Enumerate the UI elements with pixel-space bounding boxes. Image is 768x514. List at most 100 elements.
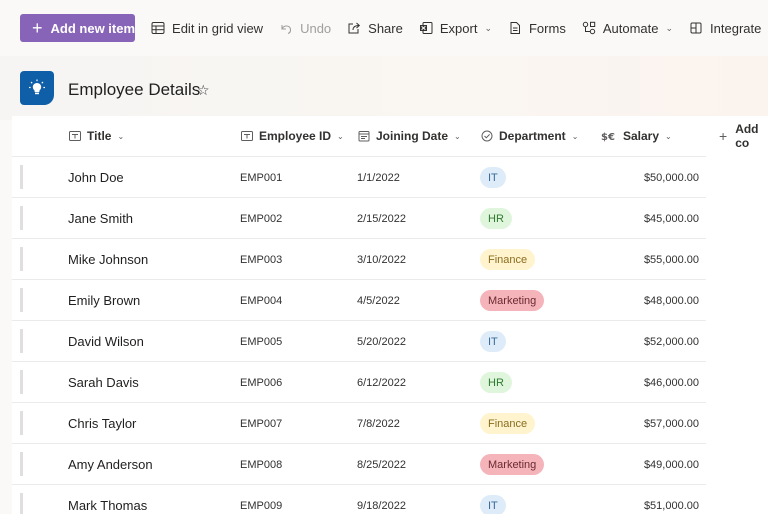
cell-employee-id: EMP004 [240, 294, 283, 307]
command-bar: + Add new item Edit in grid view Undo Sh… [0, 0, 768, 56]
cell-employee-id: EMP005 [240, 335, 283, 348]
calendar-icon [358, 130, 370, 142]
undo-label: Undo [300, 20, 332, 36]
cell-title[interactable]: Mike Johnson [68, 239, 148, 280]
chevron-down-icon: ⌄ [117, 131, 125, 141]
forms-button[interactable]: Forms [508, 21, 566, 36]
column-header-department[interactable]: Department ⌄ [481, 116, 578, 156]
cell-joining-date: 1/1/2022 [357, 171, 400, 184]
cell-title[interactable]: Mark Thomas [68, 485, 147, 514]
department-badge: IT [480, 331, 506, 352]
table-row[interactable]: Emily Brown EMP004 4/5/2022 Marketing $48,00… [12, 279, 706, 320]
cell-joining-date: 8/25/2022 [357, 458, 406, 471]
integrate-button[interactable]: Integrate ⌄ [689, 21, 768, 36]
table-row[interactable]: David Wilson EMP005 5/20/2022 IT $52,000.00 [12, 320, 706, 361]
row-select-handle[interactable] [20, 247, 23, 271]
column-header-title-label: Title [87, 129, 112, 143]
document-icon [508, 21, 522, 35]
column-header-joining-date-label: Joining Date [376, 129, 449, 143]
flow-icon [582, 21, 596, 35]
table-row[interactable]: Amy Anderson EMP008 8/25/2022 Marketing $49,… [12, 443, 706, 484]
department-badge: IT [480, 495, 506, 514]
department-badge: Finance [480, 413, 536, 434]
grid-icon [151, 21, 165, 35]
row-select-handle[interactable] [20, 165, 23, 189]
column-header-salary[interactable]: $€ Salary ⌄ [601, 116, 672, 156]
row-select-handle[interactable] [20, 288, 23, 312]
cell-employee-id: EMP009 [240, 499, 283, 512]
chevron-down-icon: ⌄ [454, 131, 461, 141]
currency-icon: $€ [601, 130, 617, 142]
add-new-item-label: Add new item [50, 20, 136, 36]
export-button[interactable]: Export ⌄ [419, 21, 492, 36]
edit-grid-view-button[interactable]: Edit in grid view [151, 21, 263, 36]
cell-joining-date: 5/20/2022 [357, 335, 406, 348]
department-badge: Marketing [480, 290, 545, 311]
automate-button[interactable]: Automate ⌄ [582, 21, 673, 36]
svg-text:$€: $€ [601, 132, 615, 142]
plus-icon: + [719, 128, 728, 144]
column-header-employee-id-label: Employee ID [259, 129, 332, 143]
column-header-joining-date[interactable]: Joining Date ⌄ [358, 116, 461, 156]
row-select-handle[interactable] [20, 370, 23, 394]
cell-title[interactable]: Sarah Davis [68, 362, 139, 403]
table-row[interactable]: Mike Johnson EMP003 3/10/2022 Finance $55,00… [12, 238, 706, 279]
chevron-down-icon: ⌄ [571, 131, 579, 141]
row-select-handle[interactable] [20, 411, 23, 435]
undo-button[interactable]: Undo [279, 21, 331, 36]
text-field-icon [241, 130, 253, 142]
row-select-handle[interactable] [20, 452, 23, 476]
cell-title[interactable]: Amy Anderson [68, 444, 153, 485]
cell-department: HR [480, 362, 512, 403]
cell-department: Marketing [480, 280, 545, 321]
row-select-handle[interactable] [20, 206, 23, 230]
column-header-title[interactable]: Title ⌄ [69, 116, 124, 156]
cell-department: Finance [480, 403, 536, 444]
favorite-star-icon[interactable]: ☆ [197, 82, 210, 99]
cell-salary: $52,000.00 [643, 335, 699, 348]
cell-joining-date: 4/5/2022 [357, 294, 400, 307]
cell-salary: $55,000.00 [643, 253, 699, 266]
cell-department: HR [480, 198, 512, 239]
text-field-icon [69, 130, 81, 142]
row-select-handle[interactable] [20, 329, 23, 353]
cell-salary: $51,000.00 [643, 499, 699, 512]
excel-icon [419, 21, 433, 35]
share-icon [347, 21, 361, 35]
add-column-label: Add co [735, 122, 759, 150]
lightbulb-icon [20, 71, 54, 105]
cell-employee-id: EMP008 [240, 458, 283, 471]
automate-label: Automate [602, 20, 659, 36]
cell-salary: $57,000.00 [643, 417, 699, 430]
cell-salary: $49,000.00 [643, 458, 699, 471]
table-row[interactable]: Jane Smith EMP002 2/15/2022 HR $45,000.00 [12, 197, 706, 238]
chevron-down-icon: ⌄ [665, 22, 674, 33]
table-row[interactable]: John Doe EMP001 1/1/2022 IT $50,000.00 [12, 156, 706, 197]
cell-salary: $45,000.00 [643, 212, 699, 225]
add-new-item-button[interactable]: + Add new item [20, 14, 136, 42]
add-column-button[interactable]: + Add co [719, 116, 768, 156]
forms-label: Forms [528, 20, 566, 36]
cell-title[interactable]: David Wilson [68, 321, 144, 362]
cell-joining-date: 2/15/2022 [357, 212, 406, 225]
undo-icon [279, 21, 293, 35]
cell-title[interactable]: Chris Taylor [68, 403, 136, 444]
cell-title[interactable]: John Doe [68, 157, 124, 198]
edit-grid-view-label: Edit in grid view [172, 20, 264, 36]
integrate-icon [689, 21, 703, 35]
cell-salary: $50,000.00 [643, 171, 699, 184]
table-row[interactable]: Sarah Davis EMP006 6/12/2022 HR $46,000.00 [12, 361, 706, 402]
row-select-handle[interactable] [20, 493, 23, 514]
cell-title[interactable]: Emily Brown [68, 280, 140, 321]
chevron-down-icon: ⌄ [665, 131, 672, 141]
table-row[interactable]: Chris Taylor EMP007 7/8/2022 Finance $57,000… [12, 402, 706, 443]
table-row[interactable]: Mark Thomas EMP009 9/18/2022 IT $51,000.00 [12, 484, 706, 514]
department-badge: HR [480, 372, 512, 393]
column-header-employee-id[interactable]: Employee ID ⌄ [241, 116, 344, 156]
share-label: Share [368, 20, 403, 36]
share-button[interactable]: Share [347, 21, 403, 36]
cell-joining-date: 3/10/2022 [357, 253, 406, 266]
list-grid: Title ⌄ Employee ID ⌄ Joining Date ⌄ Dep… [12, 116, 768, 514]
cell-salary: $46,000.00 [643, 376, 699, 389]
cell-title[interactable]: Jane Smith [68, 198, 133, 239]
